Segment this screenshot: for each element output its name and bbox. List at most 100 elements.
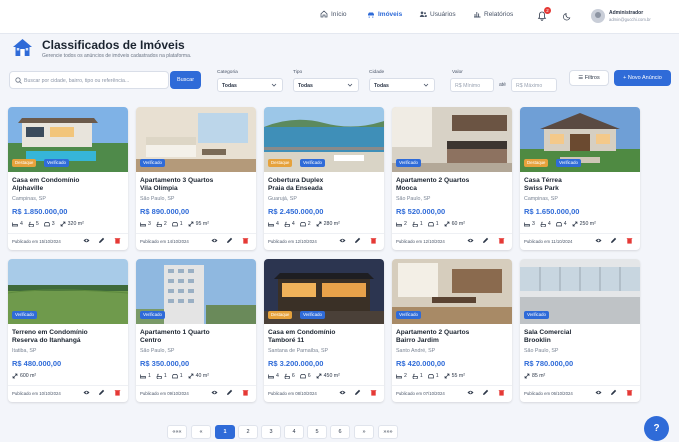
feature-garage-value: 1 [179, 373, 183, 379]
listing-title-line-2: Centro [140, 337, 162, 344]
listing-card[interactable]: Verificado Apartamento 3 Quartos Vila Olím… [136, 107, 256, 250]
page-button[interactable]: ««« [167, 425, 187, 439]
verificado-tag: Verificado [140, 311, 165, 319]
listing-price: R$ 480.000,00 [12, 359, 62, 368]
pencil-icon[interactable] [482, 237, 489, 244]
avatar[interactable] [591, 9, 605, 23]
listing-card[interactable]: Destaque Verificado Casa em Condomínio Alph… [8, 107, 128, 250]
listing-location: Santana de Parnaíba, SP [268, 348, 329, 354]
area-icon [444, 221, 450, 227]
eye-icon[interactable] [595, 237, 602, 244]
trash-icon[interactable] [498, 389, 505, 396]
listing-features: 3 4 4 250 m² [524, 221, 596, 227]
eye-icon[interactable] [467, 237, 474, 244]
listing-card[interactable]: Destaque Verificado Cobertura Duplex Praia … [264, 107, 384, 250]
page-button[interactable]: 3 [261, 425, 281, 439]
nav-item-1[interactable]: Imóveis [367, 10, 402, 18]
trash-icon[interactable] [114, 237, 121, 244]
eye-icon[interactable] [83, 389, 90, 396]
pencil-icon[interactable] [226, 237, 233, 244]
garage-icon [555, 222, 562, 227]
trash-icon[interactable] [242, 389, 249, 396]
eye-icon[interactable] [595, 389, 602, 396]
nav-item-3[interactable]: Relatórios [473, 10, 513, 18]
feature-area: 60 m² [444, 221, 465, 227]
listing-card[interactable]: Verificado Terreno em Condomínio Reserva d… [8, 259, 128, 402]
trash-icon[interactable] [370, 237, 377, 244]
search-icon [15, 77, 22, 84]
eye-icon[interactable] [339, 389, 346, 396]
pencil-icon[interactable] [610, 389, 617, 396]
beds-icon [268, 374, 274, 379]
feature-garage: 1 [427, 373, 439, 379]
search-button[interactable]: Buscar [170, 71, 201, 89]
new-listing-button[interactable]: + Novo Anúncio [614, 70, 671, 86]
feature-area: 55 m² [444, 373, 465, 379]
listing-title-line-2: Reserva do Itanhangá [12, 337, 81, 344]
trash-icon[interactable] [370, 389, 377, 396]
page-button[interactable]: » [354, 425, 374, 439]
listing-price: R$ 1.850.000,00 [12, 207, 68, 216]
nav-item-2[interactable]: Usuários [419, 10, 456, 18]
page-button[interactable]: »»» [378, 425, 398, 439]
trash-icon[interactable] [114, 389, 121, 396]
page-button[interactable]: 1 [215, 425, 235, 439]
search-field[interactable] [9, 71, 169, 89]
published-date: Publicado em 12/10/2024 [268, 239, 317, 244]
trash-icon[interactable] [498, 237, 505, 244]
feature-garage: 1 [171, 221, 183, 227]
garage-icon [171, 222, 178, 227]
house-icon [13, 39, 32, 56]
eye-icon[interactable] [83, 237, 90, 244]
filter-button[interactable]: ☰ Filtros [569, 70, 609, 86]
min-price-input[interactable]: R$ Mínimo [450, 78, 494, 92]
feature-beds-value: 4 [276, 373, 279, 379]
nav-item-0[interactable]: Início [320, 10, 347, 18]
pencil-icon[interactable] [226, 389, 233, 396]
trash-icon[interactable] [626, 237, 633, 244]
listing-location: São Paulo, SP [140, 348, 175, 354]
published-date: Publicado em 12/10/2024 [396, 239, 445, 244]
cidade-select[interactable]: Todas [369, 78, 435, 92]
pencil-icon[interactable] [98, 237, 105, 244]
listing-card[interactable]: Verificado Apartamento 1 Quarto Centro São … [136, 259, 256, 402]
listing-card[interactable]: Destaque Verificado Casa Térrea Swiss Park C… [520, 107, 640, 250]
max-price-input[interactable]: R$ Máximo [511, 78, 557, 92]
page-button[interactable]: 6 [330, 425, 350, 439]
page-button[interactable]: 5 [307, 425, 327, 439]
listing-card[interactable]: Verificado Apartamento 2 Quartos Bairro Ja… [392, 259, 512, 402]
pencil-icon[interactable] [354, 389, 361, 396]
feature-beds-value: 1 [148, 373, 151, 379]
listing-title-line-2: Bairro Jardim [396, 337, 439, 344]
pencil-icon[interactable] [610, 237, 617, 244]
page-button[interactable]: « [191, 425, 211, 439]
eye-icon[interactable] [339, 237, 346, 244]
trash-icon[interactable] [242, 237, 249, 244]
area-icon [444, 373, 450, 379]
eye-icon[interactable] [211, 237, 218, 244]
feature-area: 450 m² [316, 373, 340, 379]
listing-card[interactable]: Destaque Verificado Casa em Condomínio Tamb… [264, 259, 384, 402]
beds-icon [524, 222, 530, 227]
pencil-icon[interactable] [98, 389, 105, 396]
categoria-select[interactable]: Todas [217, 78, 283, 92]
feature-garage-value: 4 [563, 221, 567, 227]
pencil-icon[interactable] [482, 389, 489, 396]
listing-card[interactable]: Verificado Sala Comercial Brooklin São Paul… [520, 259, 640, 402]
eye-icon[interactable] [211, 389, 218, 396]
listing-location: Santo André, SP [396, 348, 436, 354]
listing-location: São Paulo, SP [140, 196, 175, 202]
page-button[interactable]: 2 [238, 425, 258, 439]
search-input[interactable] [24, 75, 164, 86]
moon-icon[interactable] [563, 12, 572, 21]
tipo-select[interactable]: Todas [293, 78, 359, 92]
help-button[interactable]: ? [644, 416, 669, 441]
listing-features: 4 6 6 450 m² [268, 373, 340, 379]
feature-beds: 2 [396, 373, 407, 379]
page-button[interactable]: 4 [284, 425, 304, 439]
listing-card[interactable]: Verificado Apartamento 2 Quartos Mooca São … [392, 107, 512, 250]
trash-icon[interactable] [626, 389, 633, 396]
pencil-icon[interactable] [354, 237, 361, 244]
eye-icon[interactable] [467, 389, 474, 396]
verificado-tag: Verificado [556, 159, 581, 167]
